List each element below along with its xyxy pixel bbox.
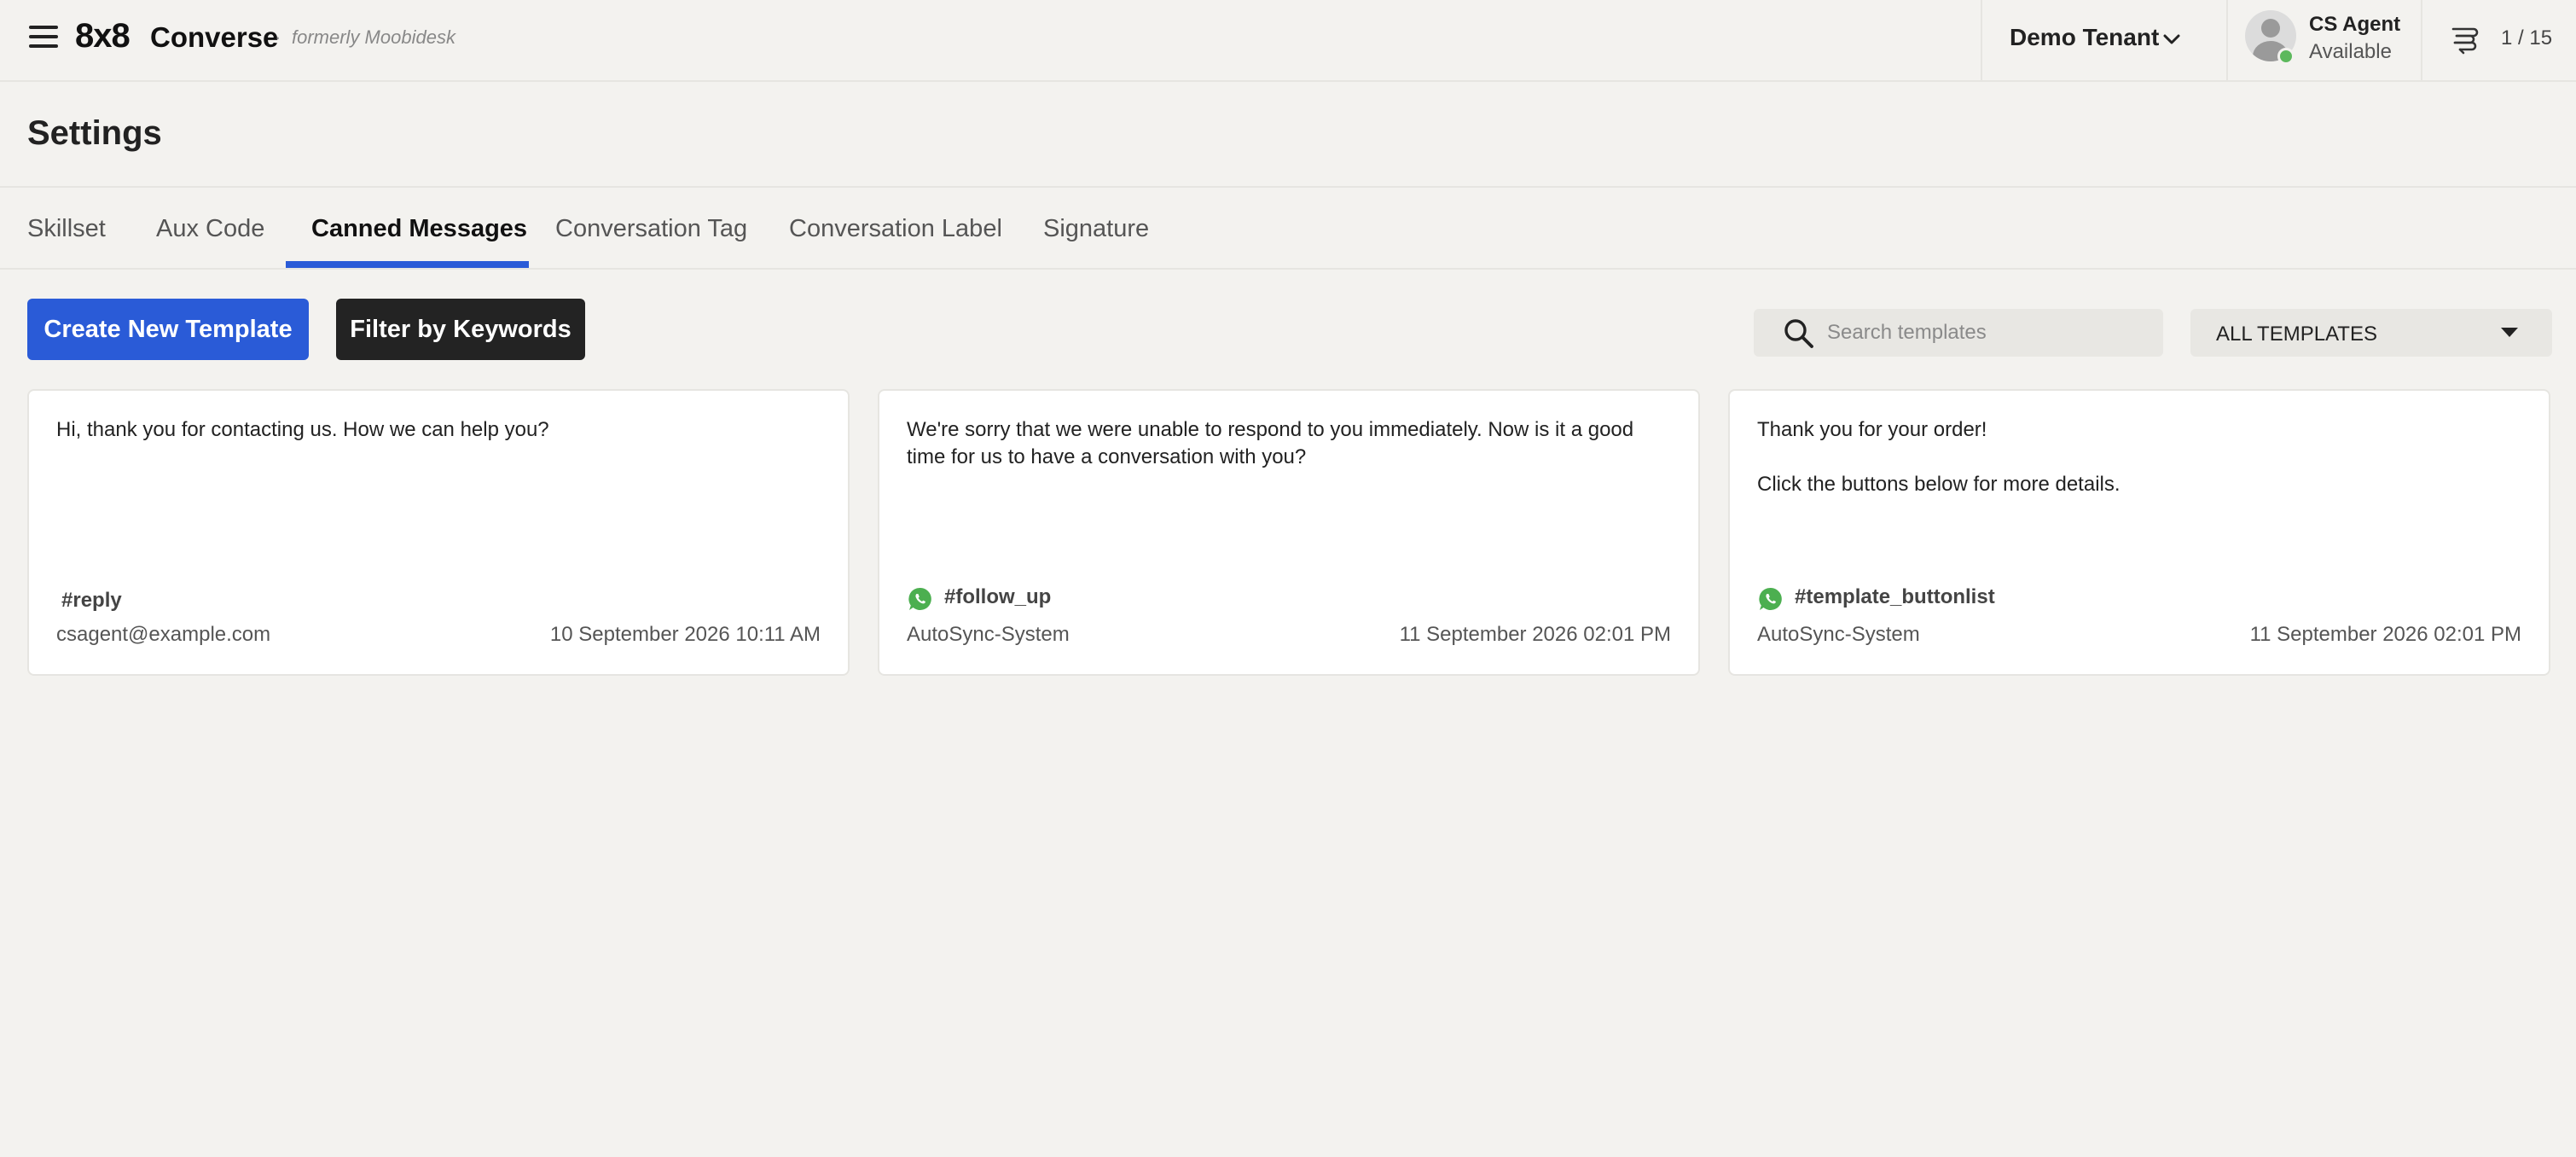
tab-aux-code[interactable]: Aux Code bbox=[156, 215, 264, 243]
template-card[interactable]: We're sorry that we were unable to respo… bbox=[878, 389, 1700, 676]
search-icon bbox=[1784, 319, 1813, 348]
template-date: 10 September 2026 10:11 AM bbox=[549, 623, 821, 646]
tab-conversation-label[interactable]: Conversation Label bbox=[789, 215, 1002, 243]
template-date: 11 September 2026 02:01 PM bbox=[1399, 623, 1671, 646]
brand-logo[interactable]: 8x8 bbox=[75, 17, 131, 55]
tenant-selector[interactable]: Demo Tenant bbox=[2010, 24, 2159, 51]
caret-down-icon bbox=[2501, 328, 2518, 337]
template-body: Hi, thank you for contacting us. How we … bbox=[56, 418, 549, 441]
product-name: Converse bbox=[150, 21, 279, 53]
divider bbox=[2421, 0, 2422, 82]
template-body: We're sorry that we were unable to respo… bbox=[907, 418, 1634, 468]
settings-tabs: Skillset Aux Code Canned Messages Conver… bbox=[0, 188, 2576, 270]
tab-skillset[interactable]: Skillset bbox=[27, 215, 106, 243]
queue-count: 1 / 15 bbox=[2501, 26, 2553, 49]
chevron-down-icon[interactable] bbox=[2161, 29, 2182, 49]
conversation-queue-icon[interactable] bbox=[2448, 22, 2482, 56]
template-body: Thank you for your order! Click the butt… bbox=[1757, 418, 2121, 496]
divider bbox=[2226, 0, 2228, 82]
template-keyword: #reply bbox=[61, 589, 122, 612]
template-date: 11 September 2026 02:01 PM bbox=[2249, 623, 2521, 646]
page-title: Settings bbox=[27, 114, 162, 152]
tab-canned-messages[interactable]: Canned Messages bbox=[311, 215, 527, 243]
search-box bbox=[1754, 309, 2163, 357]
template-author: AutoSync-System bbox=[907, 623, 1070, 646]
search-input[interactable] bbox=[1827, 316, 2151, 350]
divider bbox=[1981, 0, 1982, 82]
create-new-template-button[interactable]: Create New Template bbox=[27, 299, 309, 360]
status-available-dot bbox=[2277, 48, 2295, 65]
template-card[interactable]: Thank you for your order! Click the butt… bbox=[1728, 389, 2550, 676]
template-filter-value: ALL TEMPLATES bbox=[2216, 323, 2377, 346]
tab-signature[interactable]: Signature bbox=[1043, 215, 1149, 243]
whatsapp-icon bbox=[908, 587, 931, 610]
hamburger-menu-icon[interactable] bbox=[29, 26, 58, 49]
agent-name[interactable]: CS Agent bbox=[2309, 13, 2400, 37]
top-bar: 8x8 Converse · formerly Moobidesk Demo T… bbox=[0, 0, 2576, 82]
template-author: AutoSync-System bbox=[1757, 623, 1920, 646]
template-card[interactable]: Hi, thank you for contacting us. How we … bbox=[27, 389, 850, 676]
active-tab-indicator bbox=[286, 261, 529, 268]
logo-separator: · bbox=[275, 26, 281, 48]
template-keyword: #follow_up bbox=[944, 585, 1052, 608]
whatsapp-icon bbox=[1759, 587, 1782, 610]
template-filter-select[interactable]: ALL TEMPLATES bbox=[2190, 309, 2552, 357]
filter-by-keywords-button[interactable]: Filter by Keywords bbox=[336, 299, 585, 360]
agent-status[interactable]: Available bbox=[2309, 40, 2392, 64]
formerly-label: formerly Moobidesk bbox=[292, 26, 455, 48]
tab-conversation-tag[interactable]: Conversation Tag bbox=[555, 215, 747, 243]
template-author: csagent@example.com bbox=[56, 623, 271, 646]
template-keyword: #template_buttonlist bbox=[1795, 585, 1995, 608]
